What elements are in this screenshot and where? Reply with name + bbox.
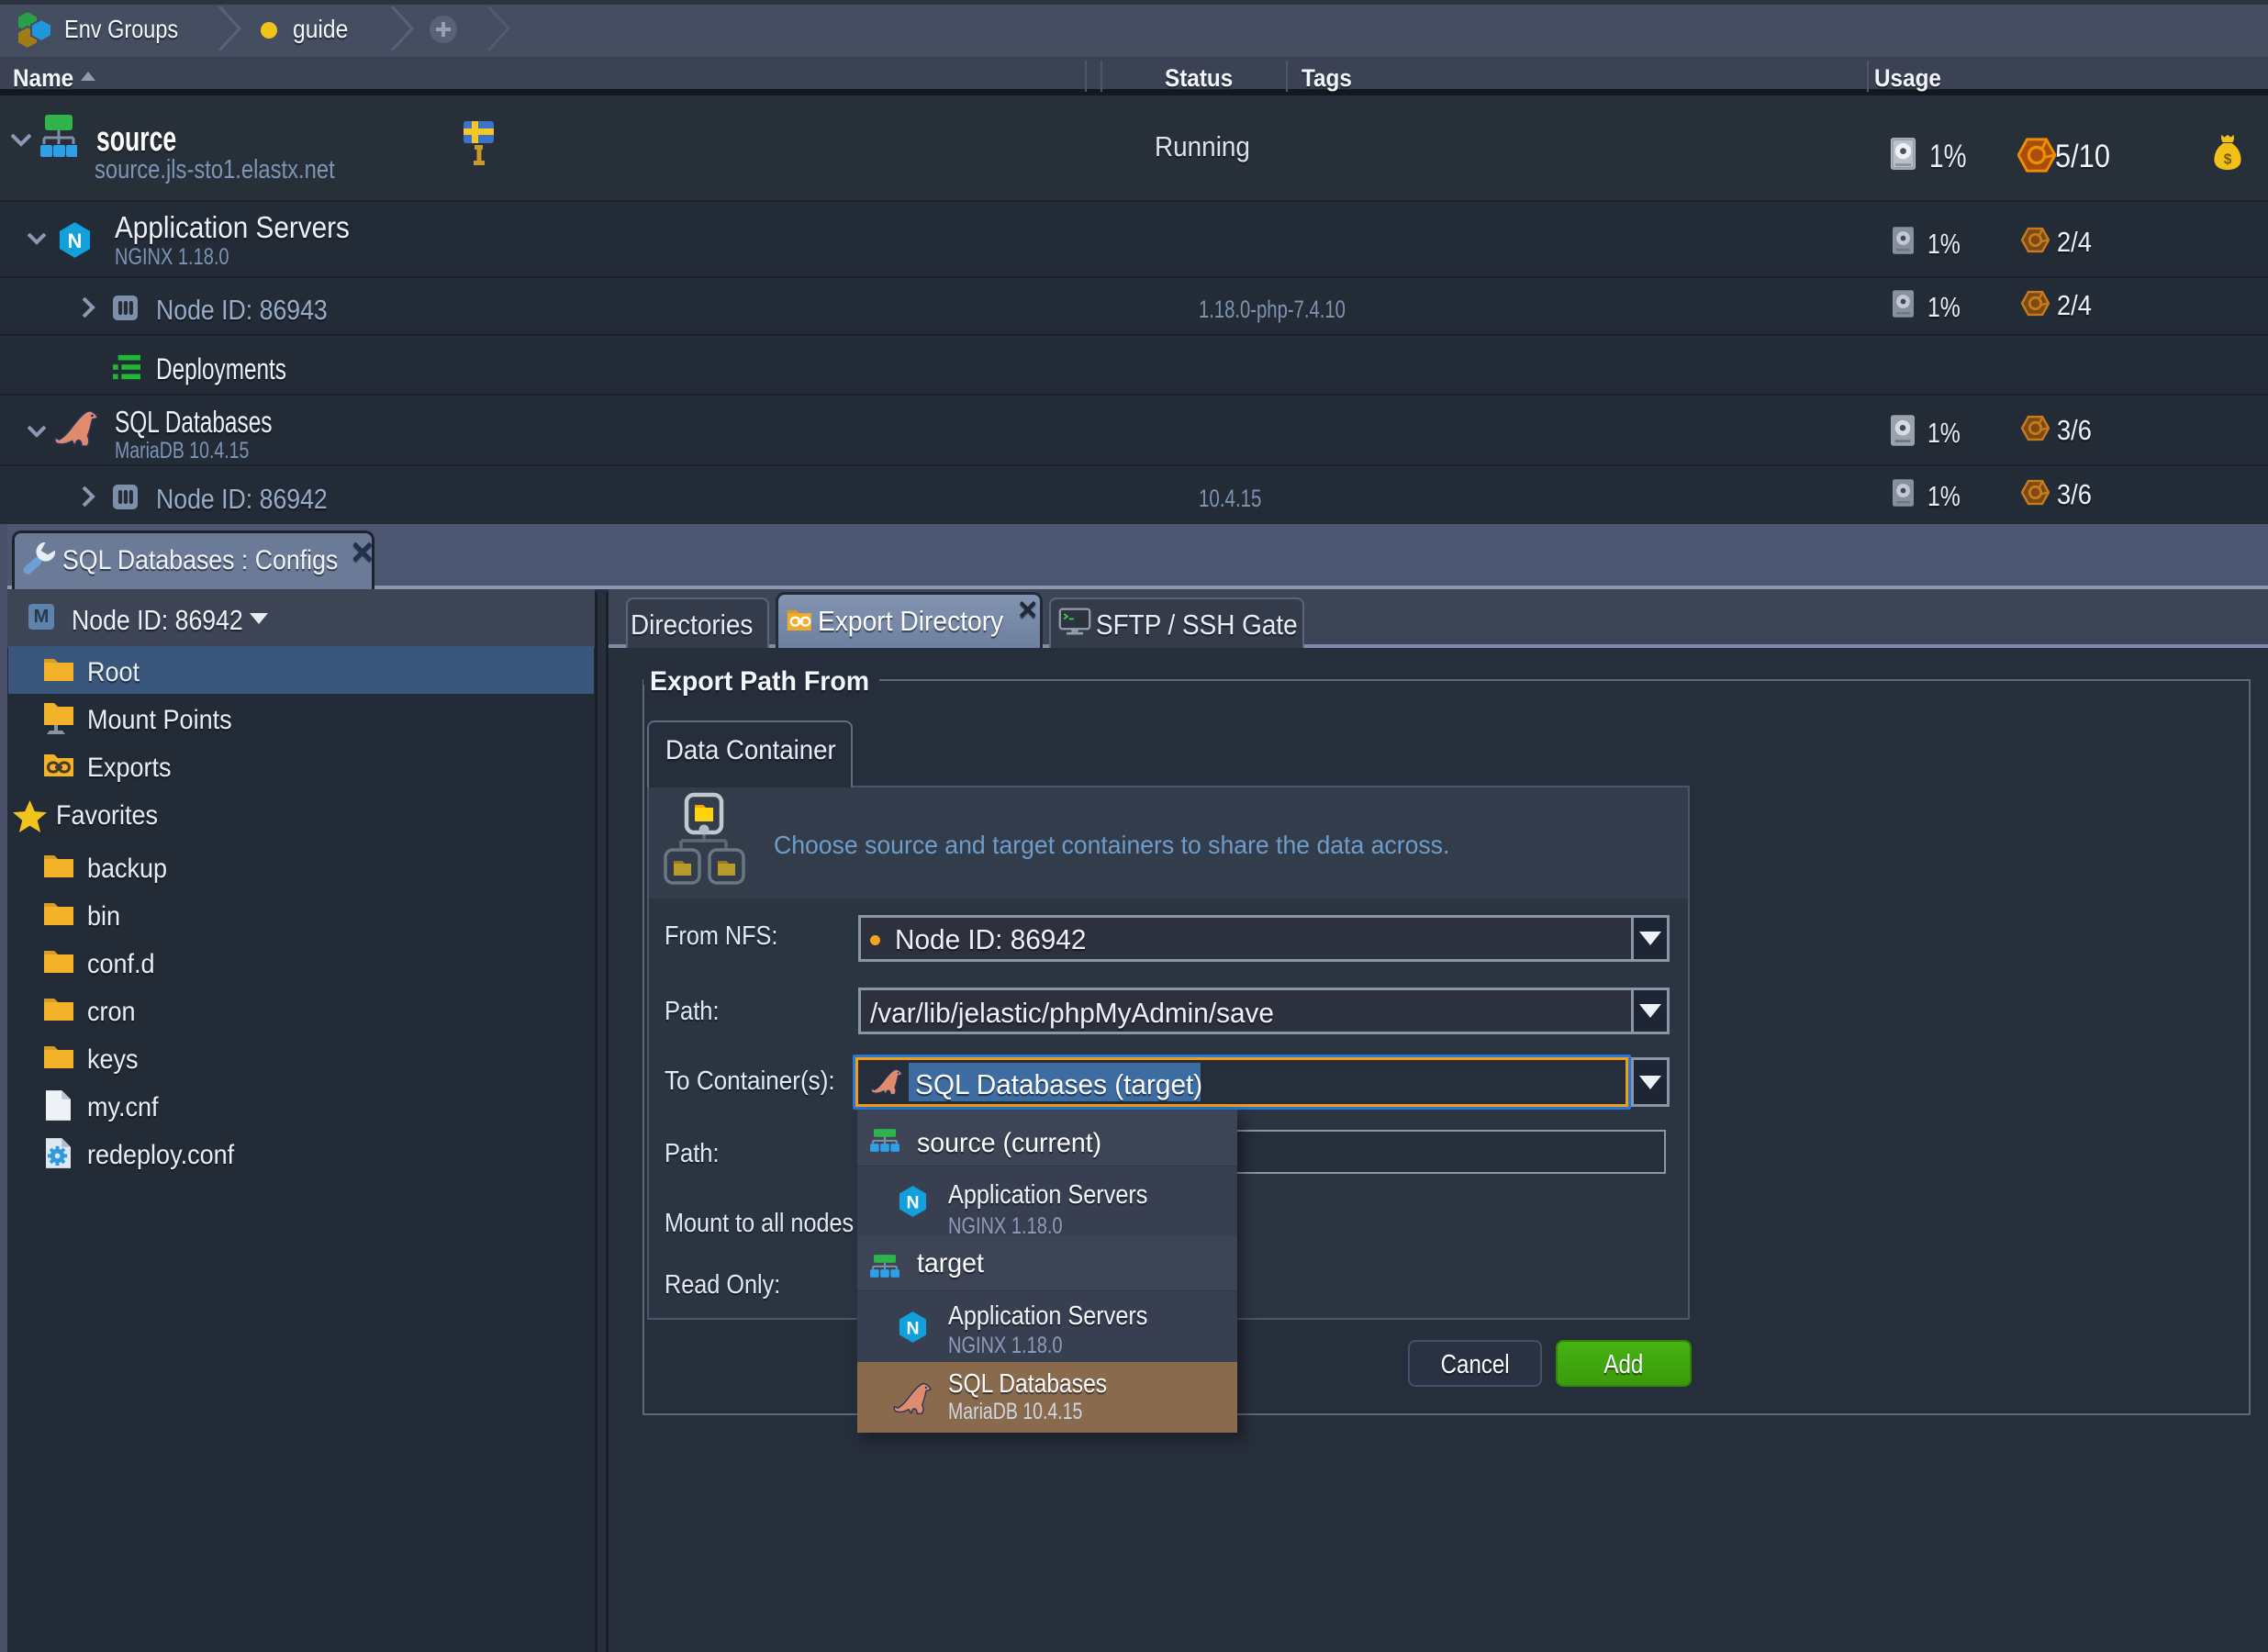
svg-text:N: N <box>906 1192 919 1212</box>
svg-text:N: N <box>68 229 83 252</box>
svg-text:$: $ <box>2224 152 2232 168</box>
svg-text:N: N <box>906 1318 919 1338</box>
